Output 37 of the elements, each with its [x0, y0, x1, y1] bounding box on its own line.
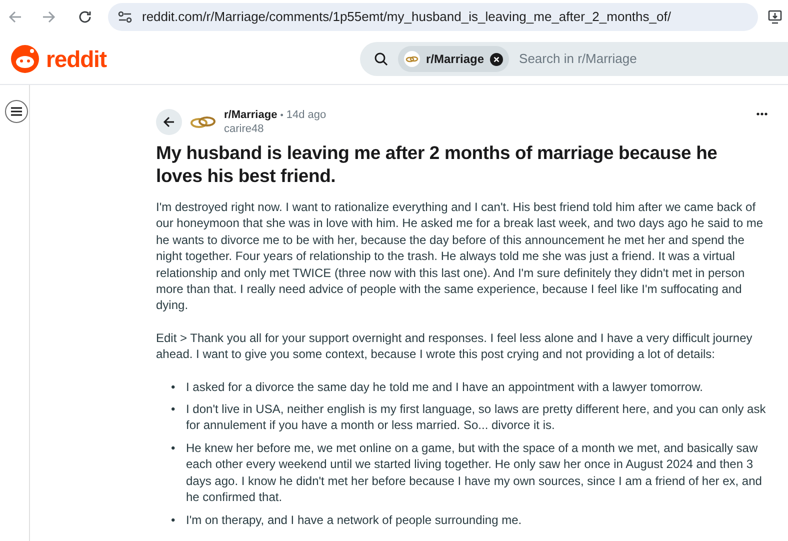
snoo-icon: [10, 44, 40, 74]
back-icon[interactable]: [8, 10, 22, 24]
post-title: My husband is leaving me after 2 months of marriage because he loves his best friend.: [156, 141, 718, 187]
bullet: •: [171, 440, 176, 457]
search-field[interactable]: r/Marriage Search in r/Marriage: [360, 42, 788, 76]
rings-icon: [190, 114, 216, 130]
search-input[interactable]: Search in r/Marriage: [519, 49, 788, 69]
list-item-text: He knew her before me, we met online on a game, but with the space of a month we met, and basically saw each other every weekend until we started living together. He only saw her once in August 2024 and then 3 days ago. I know he didn't met her before because I have my own sources, since I am a friend of her ex, and he confirmed that.: [186, 440, 763, 506]
search-icon: [374, 52, 388, 66]
post-time: 14d ago: [286, 108, 326, 122]
rings-icon: [404, 51, 420, 67]
close-icon[interactable]: [490, 52, 504, 66]
author-link[interactable]: carire48: [224, 122, 326, 136]
bullet: •: [171, 401, 176, 418]
community-chip[interactable]: r/Marriage: [398, 46, 510, 72]
bullet: •: [171, 512, 176, 528]
back-arrow-icon: [163, 116, 175, 128]
forward-icon[interactable]: [42, 10, 56, 24]
subreddit-link[interactable]: r/Marriage: [224, 108, 278, 122]
install-icon[interactable]: [768, 10, 782, 24]
post-paragraph: I'm destroyed right now. I want to rationalize everything and I can't. His best friend told him after we came back of our honeymoon that she was in love with him. He asked me for a break last week, and two days ago he said to me he wants to divorce me to be with her, because the day before of this announcement he met her and spend the night together. Four years of relationship to the trash. He always told me she was just a friend. It was a virtual relationship and only met TWICE (three now with this last one). And I'm sure definitely they didn't met in person more than that. I really need advice of people with the same experience, because I feel like I'm suffocating and dying.: [156, 199, 764, 314]
list-item-text: I asked for a divorce the same day he told me and I have an appointment with a lawyer tomorrow.: [186, 378, 703, 396]
list-item-text: I don't live in USA, neither english is my first language, so laws are pretty different here, and you can only ask for annulement if you have a month or less married. So... divorce it is.: [186, 401, 767, 434]
community-name: r/Marriage: [426, 51, 484, 68]
menu-icon: [11, 107, 22, 116]
more-options-icon[interactable]: [756, 112, 768, 116]
separator: •: [280, 109, 284, 122]
reload-icon[interactable]: [78, 10, 92, 24]
url-text: reddit.com/r/Marriage/comments/1p55emt/my_husband_is_leaving_me_after_2_months_of/: [142, 8, 671, 26]
list-item-text: I'm on therapy, and I have a network of people surrounding me.: [186, 512, 522, 528]
address-bar[interactable]: reddit.com/r/Marriage/comments/1p55emt/my_husband_is_leaving_me_after_2_months_of/: [108, 3, 758, 31]
logo-text: reddit: [46, 48, 106, 70]
site-settings-icon[interactable]: [118, 11, 132, 23]
back-button[interactable]: [156, 109, 182, 135]
menu-button[interactable]: [5, 100, 28, 123]
post-paragraph: Edit > Thank you all for your support overnight and responses. I feel less alone and I have a very difficult journey ahead. I want to give you some context, because I wrote this post crying and not providing a lot of details:: [156, 330, 754, 363]
bullet: •: [171, 378, 176, 396]
